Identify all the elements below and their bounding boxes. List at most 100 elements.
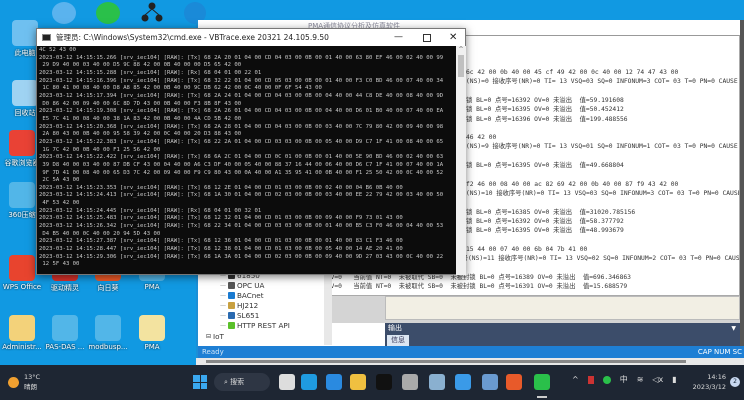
minimize-button[interactable]: — <box>394 29 403 46</box>
weather-widget[interactable]: 13°C 晴朗 <box>24 372 40 392</box>
desktop-icon-label: WPS Office <box>2 283 42 291</box>
active-indicator <box>537 396 547 398</box>
console-line: 2023-03-12 14:15:17.394 [srv_iec104] [RA… <box>39 92 444 99</box>
wechat-icon[interactable] <box>96 2 120 24</box>
tree-item[interactable]: — HJ212 <box>220 301 258 310</box>
keyboard-indicators: CAP NUM SC <box>697 348 742 356</box>
search-box[interactable]: ⌕ 搜索 <box>214 373 270 391</box>
task-view-icon[interactable] <box>279 374 295 390</box>
cmd-title-bar[interactable]: 管理员: C:\Windows\System32\cmd.exe - VBTra… <box>37 29 465 46</box>
log-line: (NS)=10 接收序号(NR)=0 TI= 13 VSQ=03 SQ=0 IN… <box>466 189 740 197</box>
tree-item-label: OPC UA <box>237 281 265 290</box>
console-line: 2023-03-12 14:15:27.387 [srv_iec104] [RA… <box>39 238 403 245</box>
console-line: 2023-03-12 14:15:16.396 [srv_iec104] [RA… <box>39 77 444 84</box>
vscode-icon[interactable] <box>326 374 342 390</box>
protocol-icon <box>228 312 235 319</box>
volume-icon[interactable]: ◁x <box>652 375 663 384</box>
console-line: 2023-03-12 14:15:15.266 [srv_iec104] [RA… <box>39 54 444 61</box>
app-icon[interactable] <box>402 374 418 390</box>
network-topology-icon[interactable] <box>141 2 163 24</box>
output-title: 输出 <box>388 324 402 332</box>
tree-group-label: IoT <box>213 332 224 341</box>
editor-area <box>385 296 740 320</box>
start-button[interactable] <box>193 375 207 389</box>
office-icon[interactable] <box>506 374 522 390</box>
dropdown-arrow-icon[interactable]: ▼ <box>731 323 736 334</box>
cmd-window[interactable]: 管理员: C:\Windows\System32\cmd.exe - VBTra… <box>36 28 466 275</box>
tree-item[interactable]: — BACnet <box>220 291 264 300</box>
network-globe-icon[interactable] <box>52 2 76 24</box>
console-line: 2023-03-12 14:15:22.422 [srv_iec104] [RA… <box>39 154 444 161</box>
log-line: 锁 BL=0 点号=16385 OV=0 未溢出 值=31020.785156 <box>466 208 636 216</box>
log-line: 锁 BL=0 点号=16395 OV=0 未溢出 值=48.993679 <box>466 227 624 235</box>
desktop-icon-label: 驱动精灵 <box>51 284 79 292</box>
edge-icon[interactable] <box>301 374 317 390</box>
tray-app-icon[interactable] <box>587 375 594 384</box>
console-line: 2C 5A 43 00 <box>39 177 80 184</box>
file-explorer-icon[interactable] <box>350 374 366 390</box>
console-line: 29 D9 40 00 03 40 00 D5 9C 88 42 00 0B 4… <box>39 62 242 69</box>
collapse-icon[interactable]: ⊟ <box>206 333 211 340</box>
maximize-button[interactable] <box>423 34 431 42</box>
desktop-icon-label: Administr... <box>2 343 42 351</box>
console-line: 2023-03-12 14:15:28.447 [srv_iec104] [RA… <box>39 246 403 253</box>
scrollbar[interactable] <box>740 20 744 360</box>
desktop-icon[interactable]: PAS-DAS ... <box>43 315 87 351</box>
close-button[interactable]: ✕ <box>449 29 457 46</box>
console-line: 2023-03-12 14:15:20.368 [srv_iec104] [RA… <box>39 123 444 130</box>
log-line: 15 44 00 07 40 00 6b 04 7b 41 00 <box>466 245 588 253</box>
chevron-up-icon[interactable]: ^ <box>572 375 579 384</box>
ime-indicator[interactable]: 中 <box>620 374 628 385</box>
console-scrollbar[interactable]: ^ <box>456 46 466 275</box>
wechat-tray-icon[interactable] <box>602 375 611 384</box>
tree-item[interactable]: — OPC UA <box>220 281 264 290</box>
app-q-icon[interactable] <box>455 374 471 390</box>
wechat-icon[interactable] <box>534 374 550 390</box>
log-line: 6c 42 00 0b 40 00 45 cf 49 42 00 0c 40 0… <box>466 69 679 76</box>
notification-badge[interactable]: 2 <box>730 377 740 387</box>
weather-sun-icon[interactable] <box>8 377 19 388</box>
tab-info[interactable]: 信息 <box>387 335 409 346</box>
capcut-icon[interactable] <box>376 374 392 390</box>
console-line: D0 86 42 00 09 40 00 6C 8D 7D 43 00 0B 4… <box>39 100 242 107</box>
status-text: Ready <box>202 348 224 356</box>
log-line: 锁 BL=0 点号=16392 OV=0 未溢出 值=58.377792 <box>466 217 624 225</box>
desktop-icon[interactable]: PMA <box>130 315 174 351</box>
console-line: 2023-03-12 14:15:26.342 [srv_iec104] [RA… <box>39 223 444 230</box>
desktop-icon[interactable]: Administr... <box>0 315 44 351</box>
tree-group-iot[interactable]: ⊟ IoT <box>206 332 224 341</box>
console-output[interactable]: 4C 52 43 00 2023-03-12 14:15:15.266 [srv_… <box>39 47 455 275</box>
app-icon <box>12 20 38 46</box>
console-line: 2023-03-12 14:15:25.483 [srv_iec104] [RA… <box>39 215 403 222</box>
console-line: 9F 7D 41 00 08 40 00 65 D3 7C 42 00 09 4… <box>39 169 444 176</box>
taskbar: 13°C 晴朗 ⌕ 搜索 ^ 中 ≋ ◁x ▮ 14:16 2023/3/12 … <box>0 365 744 400</box>
battery-icon[interactable]: ▮ <box>672 375 676 384</box>
tree-item[interactable]: — SL651 <box>220 311 259 320</box>
wifi-icon[interactable]: ≋ <box>637 375 644 384</box>
console-line: 2023-03-12 14:15:22.383 [srv_iec104] [RA… <box>39 138 444 145</box>
app-icon <box>9 255 35 281</box>
protocol-icon <box>228 322 235 329</box>
tree-item-label: HJ212 <box>237 301 259 310</box>
console-line: 2023-03-12 14:15:24.445 [srv_iec104] [RA… <box>39 207 262 214</box>
protocol-icon <box>228 282 235 289</box>
output-panel-header: 输出 ▼ <box>385 323 740 334</box>
date: 2023/3/12 <box>692 383 726 391</box>
log-line: 锁 BL=0 点号=16395 OV=0 未溢出 值=50.452412 <box>466 106 624 114</box>
console-line: 2023-03-12 14:15:23.353 [srv_iec104] [RA… <box>39 184 403 191</box>
desktop-icon-label: PAS-DAS ... <box>45 343 85 351</box>
status-bar: Ready CAP NUM SC <box>198 346 744 358</box>
remote-desktop-icon[interactable] <box>482 374 498 390</box>
desktop-icon[interactable]: modbusp... <box>86 315 130 351</box>
log-line: 锁 BL=0 点号=16396 OV=0 未溢出 值=199.488556 <box>466 115 628 123</box>
clock[interactable]: 14:16 2023/3/12 <box>688 372 726 392</box>
console-line: 39 D8 40 00 03 40 00 87 DB CF 43 00 04 4… <box>39 161 444 168</box>
tree-item[interactable]: — HTTP REST API <box>220 321 290 330</box>
log-line: 变化有效 IV=0 当前值 NT=0 未被取代 SB=0 未被封锁 BL=0 点… <box>294 282 628 290</box>
console-line: D4 B5 40 00 0C 40 00 20 94 5D 43 00 <box>39 230 161 237</box>
desktop-icon-label: modbusp... <box>88 343 128 351</box>
app-icon <box>52 315 78 341</box>
console-line: 4F 53 42 00 <box>39 200 80 207</box>
settings-icon[interactable] <box>429 374 445 390</box>
desktop-icon-label: 向日葵 <box>97 284 119 292</box>
